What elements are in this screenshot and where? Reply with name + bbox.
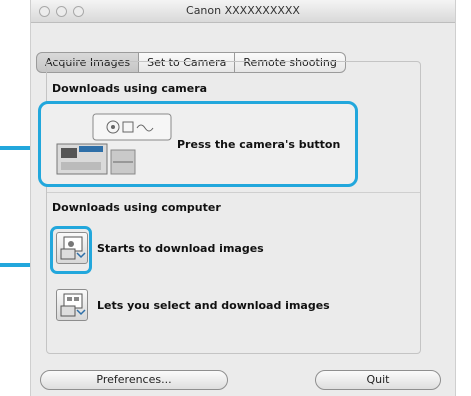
section-divider	[47, 192, 420, 193]
camera-action-label: Press the camera's button	[177, 138, 341, 151]
title-bar[interactable]: Canon XXXXXXXXXX	[31, 0, 455, 23]
select-download-button[interactable]	[56, 289, 88, 321]
camera-section-title: Downloads using camera	[52, 82, 208, 95]
computer-section-title: Downloads using computer	[52, 201, 221, 214]
select-download-images-icon	[60, 293, 86, 317]
window-title: Canon XXXXXXXXXX	[186, 4, 300, 17]
camera-connection-icon	[56, 113, 172, 175]
start-download-button[interactable]	[56, 232, 88, 264]
preferences-button[interactable]: Preferences...	[40, 370, 228, 390]
download-images-icon	[60, 236, 86, 260]
quit-button[interactable]: Quit	[315, 370, 441, 390]
select-download-label: Lets you select and download images	[97, 299, 330, 312]
start-download-label: Starts to download images	[97, 242, 264, 255]
